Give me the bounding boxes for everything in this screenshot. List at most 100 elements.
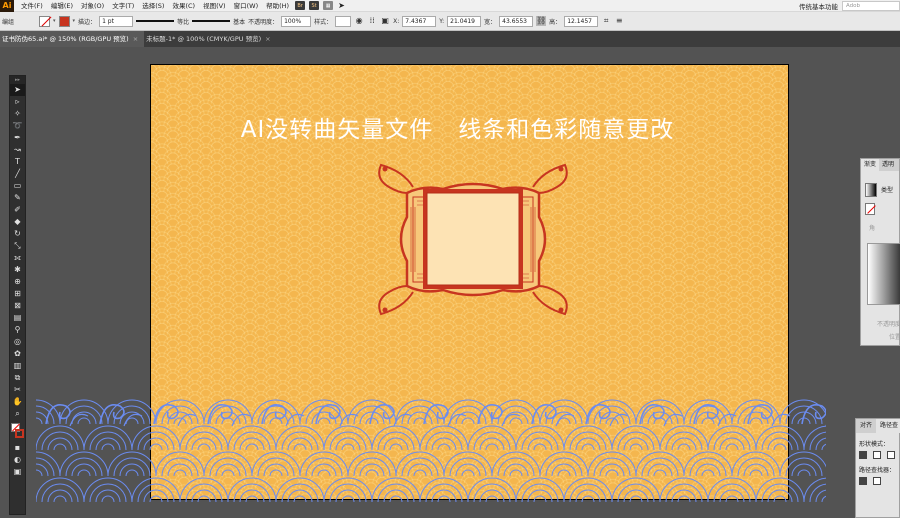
brush-label[interactable]: 基本 [233,17,245,26]
shape-builder-icon[interactable]: ⊕ [10,276,25,288]
height-label: 高： [549,18,562,26]
stroke-color-icon[interactable] [15,429,24,438]
menu-edit[interactable]: 编辑(E) [47,0,77,12]
width-field[interactable]: 43.6553 [499,15,534,27]
menu-view[interactable]: 视图(V) [199,0,230,12]
width-icon[interactable]: ⟗ [10,252,25,264]
menu-effect[interactable]: 效果(C) [168,0,199,12]
scale-icon[interactable]: ⤡ [10,240,25,252]
divide-icon[interactable] [859,477,867,485]
more-options-icon[interactable]: ≡ [614,16,624,26]
gradient-slider[interactable] [867,243,900,305]
link-icon[interactable]: ⛓ [536,16,546,26]
screen-mode-icon[interactable]: ▣ [10,466,25,478]
hand-icon[interactable]: ✋ [10,396,25,408]
artboard-icon[interactable]: ⧉ [10,372,25,384]
stroke-swatch[interactable] [58,15,70,27]
direct-selection-icon[interactable]: ▹ [10,96,25,108]
workspace-switcher[interactable]: 传统基本功能 [795,1,842,11]
intersect-icon[interactable] [887,451,895,459]
y-field[interactable]: 21.0419 [447,15,482,27]
lasso-icon[interactable]: ➰ [10,120,25,132]
menu-file[interactable]: 文件(F) [17,0,47,12]
magic-wand-icon[interactable]: ✧ [10,108,25,120]
rotate-icon[interactable]: ↻ [10,228,25,240]
fill-swatch[interactable] [39,15,51,27]
menu-select[interactable]: 选择(S) [138,0,168,12]
blend-icon[interactable]: ◎ [10,336,25,348]
shaper-icon[interactable]: ✐ [10,204,25,216]
line-icon[interactable]: ╱ [10,168,25,180]
align-icon[interactable]: ⁞⁞ [367,16,377,26]
tab-document-1[interactable]: 证书防伪65.ai* @ 150% (RGB/GPU 预览) × [0,31,145,47]
zoom-icon[interactable]: ⌕ [10,408,25,420]
menu-object[interactable]: 对象(O) [77,0,108,12]
profile-label[interactable]: 等比 [177,17,189,26]
height-field[interactable]: 12.1457 [564,15,599,27]
x-field[interactable]: 7.4367 [402,15,437,27]
gradient-panel: 渐变 透明 类型 角 不透明度 位置 [860,158,900,346]
pen-icon[interactable]: ✒ [10,132,25,144]
trim-icon[interactable] [873,477,881,485]
menu-type[interactable]: 文字(T) [108,0,138,12]
gradient-preview[interactable] [865,183,877,197]
send-icon[interactable]: ➤ [338,1,345,10]
pathfinder-buttons [859,477,881,485]
chevron-down-icon[interactable]: ▾ [53,18,56,24]
opacity-label: 不透明度 [877,321,900,328]
artboard-headline[interactable]: AI没转曲矢量文件 线条和色彩随意更改 [151,110,788,144]
stroke-none-swatch[interactable] [865,203,875,215]
type-icon[interactable]: T [10,156,25,168]
eyedropper-icon[interactable]: ⚲ [10,324,25,336]
stroke-weight-field[interactable]: 1 pt [99,15,134,27]
column-graph-icon[interactable]: ▥ [10,360,25,372]
y-label: Y: [439,17,445,25]
tab-gradient[interactable]: 渐变 [861,159,880,171]
puppet-warp-icon[interactable]: ✱ [10,264,25,276]
chevron-down-icon[interactable]: ▾ [73,18,76,24]
menu-help[interactable]: 帮助(H) [262,0,293,12]
perspective-icon[interactable]: ⊞ [10,288,25,300]
unite-icon[interactable] [859,451,867,459]
curvature-icon[interactable]: ↝ [10,144,25,156]
layout-grid-icon[interactable]: ▦ [323,1,334,10]
mesh-icon[interactable]: ⊠ [10,300,25,312]
stock-button[interactable]: St [309,1,320,10]
brush-definition[interactable] [192,16,231,27]
tab-label: 证书防伪65.ai* @ 150% (RGB/GPU 预览) [2,35,129,43]
close-icon[interactable]: × [133,31,138,47]
recolor-artwork-icon[interactable]: ◉ [354,16,364,26]
opacity-label[interactable]: 不透明度： [248,17,278,26]
tab-transparency[interactable]: 透明 [879,159,897,171]
slice-icon[interactable]: ✂ [10,384,25,396]
menu-window[interactable]: 窗口(W) [230,0,263,12]
stroke-label[interactable]: 描边： [78,17,96,26]
tab-pathfinder[interactable]: 路径查 [876,419,900,433]
style-picker[interactable] [335,15,352,27]
eraser-icon[interactable]: ◆ [10,216,25,228]
paintbrush-icon[interactable]: ✎ [10,192,25,204]
color-mode-icon[interactable]: ▪ [10,442,25,454]
wave-pattern-decoration[interactable] [36,384,826,518]
transform-icon[interactable]: ▣ [380,16,390,26]
selection-arrow-icon[interactable]: ➤ [10,84,25,96]
close-icon[interactable]: × [265,31,270,47]
style-label[interactable]: 样式： [314,17,332,26]
tab-document-2[interactable]: 未标题-1* @ 100% (CMYK/GPU 预览) × [144,31,276,47]
search-input[interactable]: Adob [842,1,900,11]
variable-width-profile[interactable] [136,16,175,27]
selection-type-label: 编组 [2,18,15,26]
symbol-sprayer-icon[interactable]: ✿ [10,348,25,360]
opacity-field[interactable]: 100% [281,15,312,27]
transform-options-icon[interactable]: ⌗ [601,16,611,26]
bridge-button[interactable]: Br [295,1,306,10]
ornamental-frame[interactable] [373,157,573,322]
menu-bar: Ai 文件(F) 编辑(E) 对象(O) 文字(T) 选择(S) 效果(C) 视… [0,0,900,12]
tab-align[interactable]: 对齐 [856,419,876,433]
fill-stroke-control[interactable] [10,422,25,440]
panel-grip[interactable]: ▸▸ [10,76,25,84]
draw-mode-icon[interactable]: ◐ [10,454,25,466]
minus-front-icon[interactable] [873,451,881,459]
rectangle-icon[interactable]: ▭ [10,180,25,192]
gradient-icon[interactable]: ▤ [10,312,25,324]
